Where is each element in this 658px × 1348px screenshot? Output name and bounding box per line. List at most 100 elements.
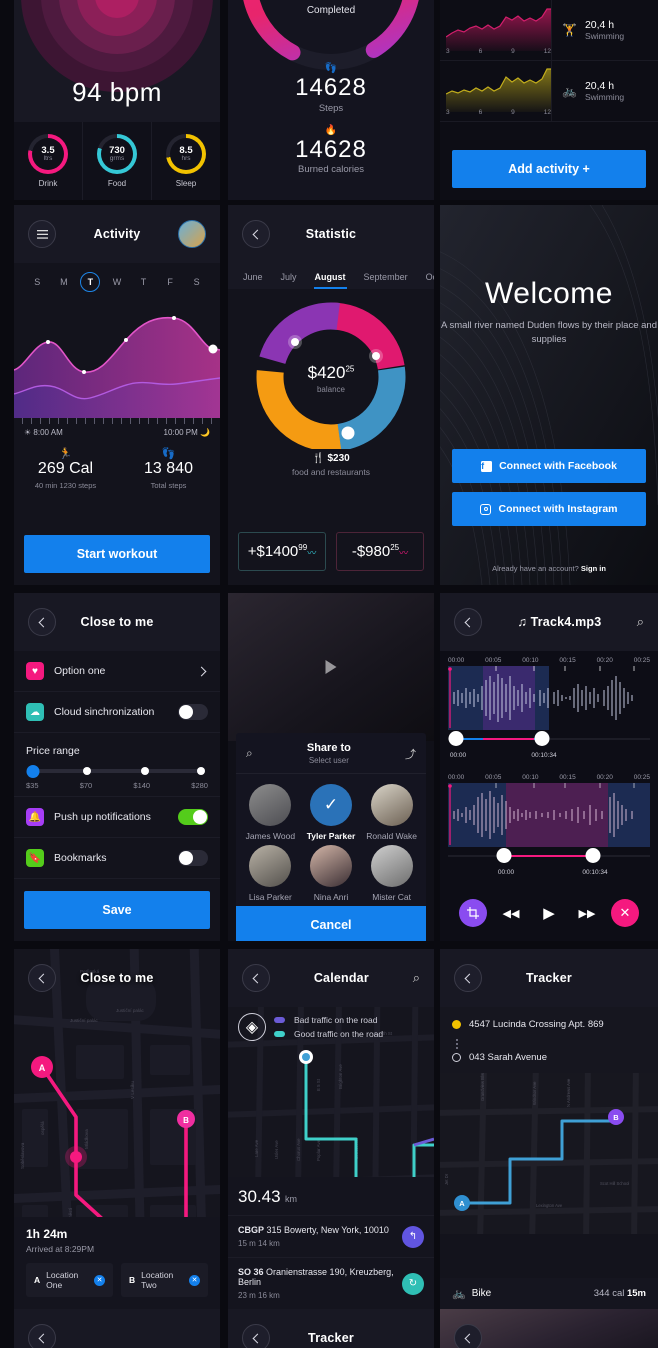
map-canvas[interactable]: Grandview Blvd Windsor Ave N Andrews Ave… — [440, 1062, 658, 1245]
trim-end-handle[interactable] — [585, 848, 601, 863]
back-icon[interactable] — [454, 964, 482, 992]
activity-row[interactable]: 3 6 9 12 🏋 20,4 h Swimming — [440, 0, 658, 61]
tracker-stop-origin[interactable]: 4547 Lucinda Crossing Apt. 869 — [440, 1013, 658, 1036]
search-icon[interactable]: ⌕ — [413, 970, 420, 986]
hamburger-icon[interactable] — [28, 220, 56, 248]
back-icon[interactable] — [454, 608, 482, 636]
day-m[interactable]: M — [54, 272, 74, 292]
trim-handles-bottom[interactable] — [448, 847, 650, 869]
day-t1[interactable]: T — [80, 272, 101, 292]
trim-handles-top[interactable] — [448, 730, 650, 752]
bookmark-icon: 🔖 — [26, 849, 44, 867]
back-icon[interactable] — [28, 964, 56, 992]
setting-bookmarks[interactable]: 🔖 Bookmarks — [14, 838, 220, 879]
back-icon[interactable] — [242, 964, 270, 992]
user-nina-anri[interactable]: Nina Anri — [303, 845, 360, 902]
user-mister-cat[interactable]: Mister Cat — [363, 845, 420, 902]
route-map-card[interactable]: Petřinská Justiční palác Justiční palác V … — [14, 949, 220, 1309]
user-lisa-parker[interactable]: Lisa Parker — [242, 845, 299, 902]
income-amount[interactable]: +$140099〰 — [238, 532, 326, 571]
user-james-wood[interactable]: James Wood — [242, 784, 299, 841]
back-icon[interactable] — [454, 1324, 482, 1348]
location-chip-b[interactable]: B Location Two ✕ — [121, 1263, 208, 1297]
push-toggle[interactable] — [178, 809, 208, 825]
avatar[interactable] — [178, 220, 206, 248]
cancel-button[interactable]: Cancel — [236, 906, 426, 941]
forward-icon[interactable]: ▶▶ — [573, 899, 601, 927]
setting-option-one[interactable]: ♥ Option one — [14, 651, 220, 692]
calories-label: Burned calories — [297, 164, 364, 176]
back-icon[interactable] — [242, 1324, 270, 1348]
share-icon[interactable]: ⤴ — [405, 746, 416, 762]
compass-icon[interactable]: ◈ — [238, 1013, 266, 1041]
close-icon[interactable]: ✕ — [94, 1274, 105, 1286]
trim-start-handle[interactable] — [496, 848, 512, 863]
tab-august[interactable]: August — [306, 263, 355, 289]
legend-good: Good traffic on the road — [294, 1029, 384, 1039]
tab-september[interactable]: September — [355, 263, 417, 289]
page-title: Activity — [93, 227, 141, 241]
close-icon[interactable]: ✕ — [189, 1274, 200, 1286]
stop-meta: 15 m 14 km — [238, 1239, 280, 1248]
search-icon[interactable]: ⌕ — [246, 746, 253, 761]
back-icon[interactable] — [28, 1324, 56, 1348]
close-icon[interactable]: ✕ — [611, 899, 639, 927]
trim-end-handle[interactable] — [534, 731, 550, 746]
cloud-toggle[interactable] — [178, 704, 208, 720]
day-s1[interactable]: S — [27, 272, 47, 292]
legend-swatch-bad — [274, 1017, 285, 1023]
back-icon[interactable] — [28, 608, 56, 636]
refresh-icon[interactable]: ↻ — [402, 1272, 424, 1295]
signin-link[interactable]: Sign in — [581, 564, 606, 573]
tab-july[interactable]: July — [272, 263, 306, 289]
play-icon[interactable] — [325, 660, 337, 674]
waveform-bottom[interactable] — [448, 783, 650, 847]
location-chip-a[interactable]: A Location One ✕ — [26, 1263, 113, 1297]
waveform-top[interactable] — [448, 666, 650, 730]
activity-row[interactable]: 3 6 9 12 🚲 20,4 h Swimming — [440, 61, 658, 122]
stat-food[interactable]: 730 grms Food — [83, 122, 152, 200]
transport-label: Bike — [471, 1288, 492, 1299]
setting-cloud-sync[interactable]: ☁ Cloud sinchronization — [14, 692, 220, 733]
svg-text:Brighton Ave: Brighton Ave — [338, 1064, 343, 1089]
crop-icon[interactable] — [459, 899, 487, 927]
expense-amount[interactable]: -$98025〰 — [336, 532, 424, 571]
rewind-icon[interactable]: ◀◀ — [497, 899, 525, 927]
calendar-map-card: E 17th StE 20th St Lare Ave Usler Ave Ch… — [228, 949, 434, 1309]
distance-value: 30.43 — [238, 1187, 281, 1206]
stop-row[interactable]: CBGP 315 Bowerty, New York, 10010 15 m 1… — [228, 1215, 434, 1257]
track-title: Track4.mp3 — [530, 615, 602, 629]
stat-drink[interactable]: 3.5 ltrs Drink — [14, 122, 83, 200]
play-icon[interactable]: ▶ — [535, 899, 563, 927]
user-tyler-parker[interactable]: ✓ Tyler Parker — [303, 784, 360, 841]
price-range-label: Price range — [26, 745, 80, 757]
trim-start-handle[interactable] — [448, 731, 464, 746]
tab-june[interactable]: June — [234, 263, 272, 289]
day-f[interactable]: F — [160, 272, 180, 292]
tracker-header: Tracker — [440, 949, 658, 1007]
search-icon[interactable]: ⌕ — [637, 614, 644, 630]
save-button[interactable]: Save — [24, 891, 210, 929]
day-s2[interactable]: S — [187, 272, 207, 292]
stat-sleep[interactable]: 8.5 hrs Sleep — [152, 122, 220, 200]
day-t2[interactable]: T — [134, 272, 154, 292]
user-ronald-wake[interactable]: Ronald Wake — [363, 784, 420, 841]
calories-sub: 40 min 1230 steps — [34, 481, 97, 490]
bookmarks-toggle[interactable] — [178, 850, 208, 866]
flame-icon: 🔥 — [324, 124, 338, 136]
price-slider[interactable] — [26, 764, 205, 778]
add-activity-button[interactable]: Add activity + — [452, 150, 646, 188]
tracker-stop-destination[interactable]: 043 Sarah Avenue — [440, 1046, 658, 1069]
chevron-right-icon — [196, 666, 207, 676]
back-icon[interactable] — [242, 220, 270, 248]
trip-calories: 344 cal — [593, 1288, 625, 1299]
activity-hours: 20,4 h — [584, 19, 615, 31]
day-w[interactable]: W — [107, 272, 127, 292]
tab-october[interactable]: Oct — [417, 263, 434, 289]
connect-facebook-button[interactable]: f Connect with Facebook — [452, 449, 646, 483]
start-workout-button[interactable]: Start workout — [24, 535, 210, 573]
turn-left-icon[interactable]: ↰ — [402, 1225, 424, 1248]
connect-instagram-button[interactable]: Connect with Instagram — [452, 492, 646, 526]
stop-row[interactable]: SO 36 Oranienstrasse 190, Kreuzberg, Ber… — [228, 1257, 434, 1309]
setting-push-notifications[interactable]: 🔔 Push up notifications — [14, 796, 220, 838]
